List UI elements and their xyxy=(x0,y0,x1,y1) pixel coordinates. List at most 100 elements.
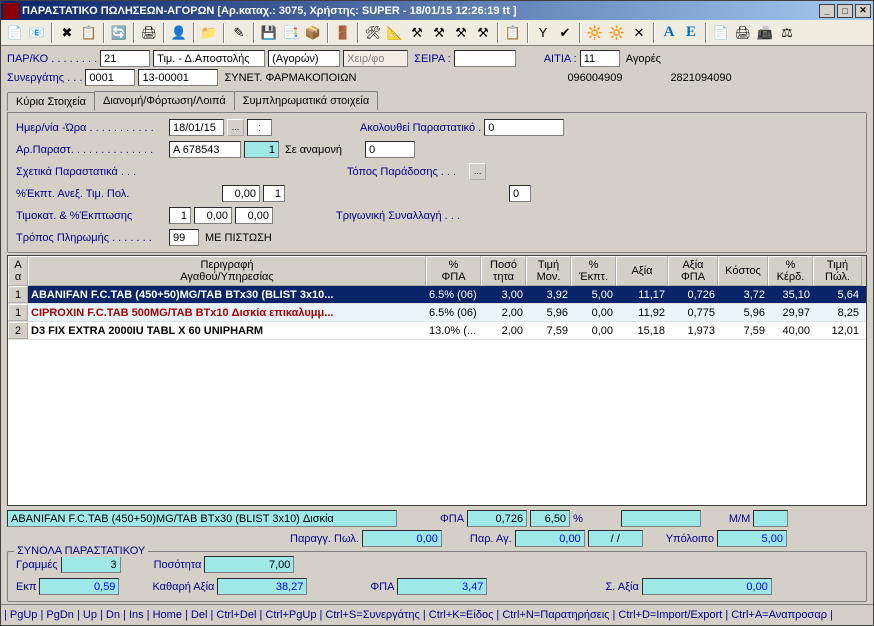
trig-val-field[interactable]: 0 xyxy=(509,185,531,202)
toolbar-letter-Α[interactable]: Α xyxy=(659,23,679,43)
grid-header-1[interactable]: ΠεριγραφήΑγαθού/Υπηρεσίας xyxy=(28,256,426,286)
tk3-field[interactable]: 0,00 xyxy=(235,207,273,224)
aitia-field[interactable]: 11 xyxy=(580,50,620,67)
tropos-text: ΜΕ ΠΙΣΤΩΣΗ xyxy=(202,229,302,246)
toolbar-btn-20[interactable]: Υ xyxy=(533,23,553,43)
aitia-text: Αγορές xyxy=(623,50,733,67)
toolbar-btn-15[interactable]: ⚒ xyxy=(407,23,427,43)
grid-cell-kostos: 5,96 xyxy=(718,304,768,321)
topos-label: Τόπος Παράδοσης . . . xyxy=(347,166,456,178)
toolbar-btn-8[interactable]: ✎ xyxy=(229,23,249,43)
toolbar-more-0[interactable]: 📄 xyxy=(711,23,731,43)
grid-header-0[interactable]: Αα xyxy=(8,256,28,286)
toolbar-btn-21[interactable]: ✔ xyxy=(555,23,575,43)
grid-cell-axiafpa: 1,973 xyxy=(668,322,718,339)
ekpt2-field[interactable]: 1 xyxy=(263,185,285,202)
parag2-label: Παρ. Αγ. xyxy=(470,533,512,545)
toolbar-btn-23[interactable]: 🔆 xyxy=(607,23,627,43)
current-item-desc: ABANIFAN F.C.TAB (450+50)MG/TAB BTx30 (B… xyxy=(7,510,397,527)
slash-field: / / xyxy=(588,530,643,547)
toolbar-more-1[interactable]: 🖨 xyxy=(733,23,753,43)
toolbar-btn-13[interactable]: 🛠 xyxy=(363,23,383,43)
grid-cell-axia: 11,92 xyxy=(616,304,668,321)
grid-header-4[interactable]: ΤιμήΜον. xyxy=(526,256,571,286)
parko-field[interactable]: 21 xyxy=(100,50,150,67)
close-button[interactable]: ✕ xyxy=(855,4,871,18)
grid-cell-aa: 2 xyxy=(8,322,28,339)
series-type-select[interactable]: Τιμ. - Δ.Αποστολής xyxy=(153,50,265,67)
doy-text: 2821094090 xyxy=(667,69,787,86)
date-field[interactable]: 18/01/15 xyxy=(169,119,224,136)
tab-1[interactable]: Διανομή/Φόρτωση/Λοιπά xyxy=(94,91,235,110)
toolbar-more-2[interactable]: 📠 xyxy=(755,23,775,43)
toolbar-letter-Ε[interactable]: Ε xyxy=(681,23,701,43)
toolbar-btn-10[interactable]: 📑 xyxy=(281,23,301,43)
kind-select[interactable]: (Αγορών) xyxy=(268,50,340,67)
seira-field[interactable] xyxy=(454,50,516,67)
toolbar-btn-22[interactable]: 🔆 xyxy=(585,23,605,43)
grid-header-10[interactable]: ΤιμήΠώλ. xyxy=(813,256,862,286)
maximize-button[interactable]: □ xyxy=(837,4,853,18)
grid-cell-timpol: 5,64 xyxy=(813,286,862,303)
grid-cell-kostos: 3,72 xyxy=(718,286,768,303)
tab-2[interactable]: Συμπληρωματικά στοιχεία xyxy=(234,91,379,110)
grid-header-7[interactable]: ΑξίαΦΠΑ xyxy=(668,256,718,286)
toolbar-btn-0[interactable]: 📄 xyxy=(5,23,25,43)
toolbar-btn-9[interactable]: 💾 xyxy=(259,23,279,43)
grid-header-8[interactable]: Κόστος xyxy=(718,256,768,286)
toolbar-btn-2[interactable]: ✖ xyxy=(57,23,77,43)
toolbar-btn-14[interactable]: 📐 xyxy=(385,23,405,43)
parag-label: Παραγγ. Πωλ. xyxy=(290,533,359,545)
grid-header-9[interactable]: %Κέρδ. xyxy=(768,256,813,286)
fpa-pct-value: 6,50 xyxy=(530,510,570,527)
grid-cell-poso: 2,00 xyxy=(481,304,526,321)
tab-0[interactable]: Κύρια Στοιχεία xyxy=(7,92,95,111)
grid-cell-kerd: 40,00 xyxy=(768,322,813,339)
toolbar-btn-1[interactable]: 📧 xyxy=(27,23,47,43)
table-row[interactable]: 1CIPROXIN F.C.TAB 500MG/TAB BTx10 Δισκία… xyxy=(8,304,866,322)
ekpt1-field[interactable]: 0,00 xyxy=(222,185,260,202)
toolbar-more-3[interactable]: ⚖ xyxy=(777,23,797,43)
syn-code-field[interactable]: 0001 xyxy=(85,69,135,86)
totals-fpa-value: 3,47 xyxy=(397,578,487,595)
parag2-value: 0,00 xyxy=(515,530,585,547)
grid-body[interactable]: 1ABANIFAN F.C.TAB (450+50)MG/TAB BTx30 (… xyxy=(8,286,866,505)
minimize-button[interactable]: _ xyxy=(819,4,835,18)
tk1-field[interactable]: 1 xyxy=(169,207,191,224)
toolbar-btn-5[interactable]: 🖨 xyxy=(139,23,159,43)
toolbar-btn-11[interactable]: 📦 xyxy=(303,23,323,43)
arpar-count-field[interactable]: 1 xyxy=(244,141,279,158)
toolbar-btn-16[interactable]: ⚒ xyxy=(429,23,449,43)
toolbar-btn-18[interactable]: ⚒ xyxy=(473,23,493,43)
toolbar-btn-7[interactable]: 📁 xyxy=(199,23,219,43)
tropos-label: Τρόπος Πληρωμής . . . . . . . xyxy=(16,232,166,244)
grid-header-5[interactable]: %Έκπτ. xyxy=(571,256,616,286)
items-grid[interactable]: ΑαΠεριγραφήΑγαθού/Υπηρεσίας%ΦΠΑΠοσότηταΤ… xyxy=(7,255,867,506)
toolbar-btn-3[interactable]: 📋 xyxy=(79,23,99,43)
toolbar-btn-4[interactable]: 🔄 xyxy=(109,23,129,43)
status-val-field[interactable]: 0 xyxy=(365,141,415,158)
table-row[interactable]: 1ABANIFAN F.C.TAB (450+50)MG/TAB BTx30 (… xyxy=(8,286,866,304)
toolbar-btn-24[interactable]: ✕ xyxy=(629,23,649,43)
table-row[interactable]: 2D3 FIX EXTRA 2000IU TABL X 60 UNIPHARM1… xyxy=(8,322,866,340)
grid-cell-axia: 11,17 xyxy=(616,286,668,303)
grid-header-3[interactable]: Ποσότητα xyxy=(481,256,526,286)
time-field[interactable]: : xyxy=(247,119,272,136)
grid-cell-poso: 2,00 xyxy=(481,322,526,339)
toolbar-btn-17[interactable]: ⚒ xyxy=(451,23,471,43)
fpa-label: ΦΠΑ xyxy=(440,513,464,525)
toolbar-btn-19[interactable]: 📋 xyxy=(503,23,523,43)
tropos-field[interactable]: 99 xyxy=(169,229,199,246)
date-picker-button[interactable]: ... xyxy=(227,119,244,136)
syn-num-field[interactable]: 13-00001 xyxy=(138,69,218,86)
toolbar: 📄📧✖📋🔄🖨👤📁✎💾📑📦🚪🛠📐⚒⚒⚒⚒📋Υ✔🔆🔆✕ΑΕ📄🖨📠⚖ xyxy=(1,20,873,46)
grid-header-2[interactable]: %ΦΠΑ xyxy=(426,256,481,286)
topos-button[interactable]: ... xyxy=(469,163,486,180)
arpar-field[interactable]: Α 678543 xyxy=(169,141,241,158)
toolbar-btn-6[interactable]: 👤 xyxy=(169,23,189,43)
follows-field[interactable]: 0 xyxy=(484,119,564,136)
toolbar-btn-12[interactable]: 🚪 xyxy=(333,23,353,43)
tk2-field[interactable]: 0,00 xyxy=(194,207,232,224)
grid-header-6[interactable]: Αξία xyxy=(616,256,668,286)
grid-cell-ekpt: 0,00 xyxy=(571,304,616,321)
